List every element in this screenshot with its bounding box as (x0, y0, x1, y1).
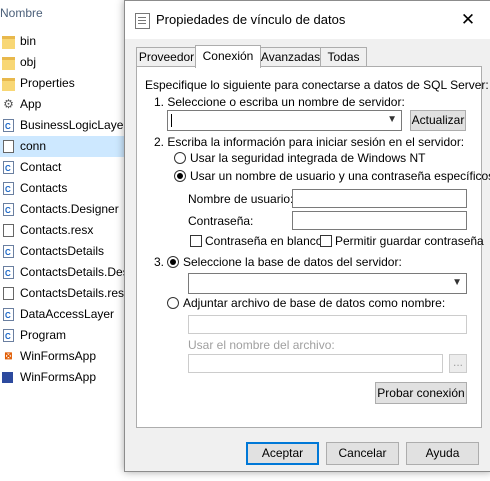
blank-password-label[interactable]: Contraseña en blanco (205, 234, 322, 248)
list-item[interactable]: obj (0, 52, 130, 73)
list-item[interactable]: Contacts.Designer (0, 199, 130, 220)
list-item[interactable]: conn (0, 136, 130, 157)
csharp-file-icon (3, 200, 14, 220)
list-item-label: ContactsDetails.resx (20, 286, 130, 300)
integrated-security-radio[interactable] (174, 152, 186, 164)
username-input[interactable] (292, 189, 467, 208)
blank-password-checkbox[interactable] (190, 235, 202, 247)
data-link-file-icon (3, 140, 14, 153)
tab-proveedor[interactable]: Proveedor (136, 47, 197, 68)
select-database-radio[interactable] (167, 256, 179, 268)
folder-icon (2, 57, 15, 70)
list-item[interactable]: ⚙ App (0, 94, 130, 115)
password-input[interactable] (292, 211, 467, 230)
list-item-label: conn (20, 139, 47, 153)
specific-user-label[interactable]: Usar un nombre de usuario y una contrase… (190, 169, 490, 183)
csharp-file-icon (3, 326, 14, 346)
attach-file-radio[interactable] (167, 297, 179, 309)
csharp-file-icon (3, 116, 14, 136)
folder-icon (2, 36, 15, 49)
data-link-properties-dialog: Propiedades de vínculo de datos ✕ Provee… (124, 0, 490, 472)
list-item-label: ContactsDetails (20, 244, 105, 258)
csharp-file-icon (3, 305, 14, 325)
file-icon (3, 287, 14, 300)
list-item-label: App (20, 97, 42, 111)
list-item[interactable]: Contact (0, 157, 130, 178)
chevron-down-icon[interactable]: ▼ (387, 114, 397, 125)
cancel-button[interactable]: Cancelar (326, 442, 399, 465)
intro-text: Especifique lo siguiente para conectarse… (145, 78, 489, 92)
logical-name-input[interactable] (188, 354, 443, 373)
xml-file-icon: ⊠ (4, 351, 13, 362)
list-item-label: Properties (20, 76, 75, 90)
list-item[interactable]: Program (0, 325, 130, 346)
specific-user-radio[interactable] (174, 170, 186, 182)
close-icon: ✕ (460, 10, 476, 29)
folder-icon (2, 78, 15, 91)
list-item[interactable]: BusinessLogicLayer (0, 115, 130, 136)
browse-button[interactable]: ... (449, 354, 467, 373)
list-item-label: Contacts.Designer (20, 202, 119, 216)
list-item[interactable]: DataAccessLayer (0, 304, 130, 325)
list-item-label: Contacts (20, 181, 68, 195)
list-item-label: WinFormsApp (20, 349, 97, 363)
dialog-title: Propiedades de vínculo de datos (156, 12, 346, 27)
close-button[interactable]: ✕ (445, 1, 490, 39)
tab-avanzadas[interactable]: Avanzadas (259, 47, 322, 68)
allow-save-password-checkbox[interactable] (320, 235, 332, 247)
step2-label: 2. Escriba la información para iniciar s… (154, 135, 465, 149)
list-item-label: ContactsDetails.Designer (20, 265, 130, 279)
allow-save-password-label[interactable]: Permitir guardar contraseña (335, 234, 484, 248)
logical-name-label: Usar el nombre del archivo: (188, 338, 335, 352)
list-item[interactable]: WinFormsApp (0, 367, 130, 388)
list-item-label: Program (20, 328, 67, 342)
integrated-security-label[interactable]: Usar la seguridad integrada de Windows N… (190, 151, 425, 165)
list-item[interactable]: Contacts (0, 178, 130, 199)
text-caret (171, 114, 172, 127)
username-label: Nombre de usuario: (188, 192, 294, 206)
server-name-combo[interactable]: ▼ (167, 110, 402, 131)
csharp-file-icon (3, 158, 14, 178)
database-combo[interactable]: ▼ (188, 273, 467, 294)
help-button[interactable]: Ayuda (406, 442, 479, 465)
step1-label: 1. Seleccione o escriba un nombre de ser… (154, 95, 405, 109)
list-item[interactable]: ContactsDetails.resx (0, 283, 130, 304)
list-item[interactable]: ⊠ WinFormsApp (0, 346, 130, 367)
tab-conexion[interactable]: Conexión (195, 45, 261, 68)
csharp-file-icon (3, 263, 14, 283)
step3-label: 3. (154, 255, 165, 269)
file-explorer: Nombre bin obj Properties ⚙ App BusinessLogic… (0, 0, 130, 481)
csharp-file-icon (3, 179, 14, 199)
test-connection-button[interactable]: Probar conexión (375, 382, 467, 404)
app-icon (2, 372, 13, 383)
refresh-button[interactable]: Actualizar (410, 110, 466, 131)
list-item-label: WinFormsApp (20, 370, 97, 384)
chevron-down-icon[interactable]: ▼ (452, 277, 462, 288)
list-item-label: Contact (20, 160, 62, 174)
list-item-label: Contacts.resx (20, 223, 94, 237)
ok-button[interactable]: Aceptar (246, 442, 319, 465)
gear-icon: ⚙ (3, 97, 14, 111)
connection-panel: Especifique lo siguiente para conectarse… (136, 66, 490, 428)
list-item[interactable]: bin (0, 31, 130, 52)
attach-file-input[interactable] (188, 315, 467, 334)
list-item[interactable]: Contacts.resx (0, 220, 130, 241)
csharp-file-icon (3, 242, 14, 262)
list-item[interactable]: ContactsDetails (0, 241, 130, 262)
list-item-label: obj (20, 55, 37, 69)
column-header-name[interactable]: Nombre (0, 2, 130, 24)
tab-todas[interactable]: Todas (320, 47, 367, 68)
attach-file-label[interactable]: Adjuntar archivo de base de datos como n… (183, 296, 445, 310)
password-label: Contraseña: (188, 214, 254, 228)
list-item-label: bin (20, 34, 37, 48)
file-icon (3, 224, 14, 237)
list-item-label: BusinessLogicLayer (20, 118, 128, 132)
list-item-label: DataAccessLayer (20, 307, 115, 321)
list-item[interactable]: ContactsDetails.Designer (0, 262, 130, 283)
dialog-titlebar: Propiedades de vínculo de datos ✕ (125, 1, 490, 39)
data-link-icon (135, 13, 150, 29)
list-item[interactable]: Properties (0, 73, 130, 94)
select-database-label[interactable]: Seleccione la base de datos del servidor… (183, 255, 402, 269)
